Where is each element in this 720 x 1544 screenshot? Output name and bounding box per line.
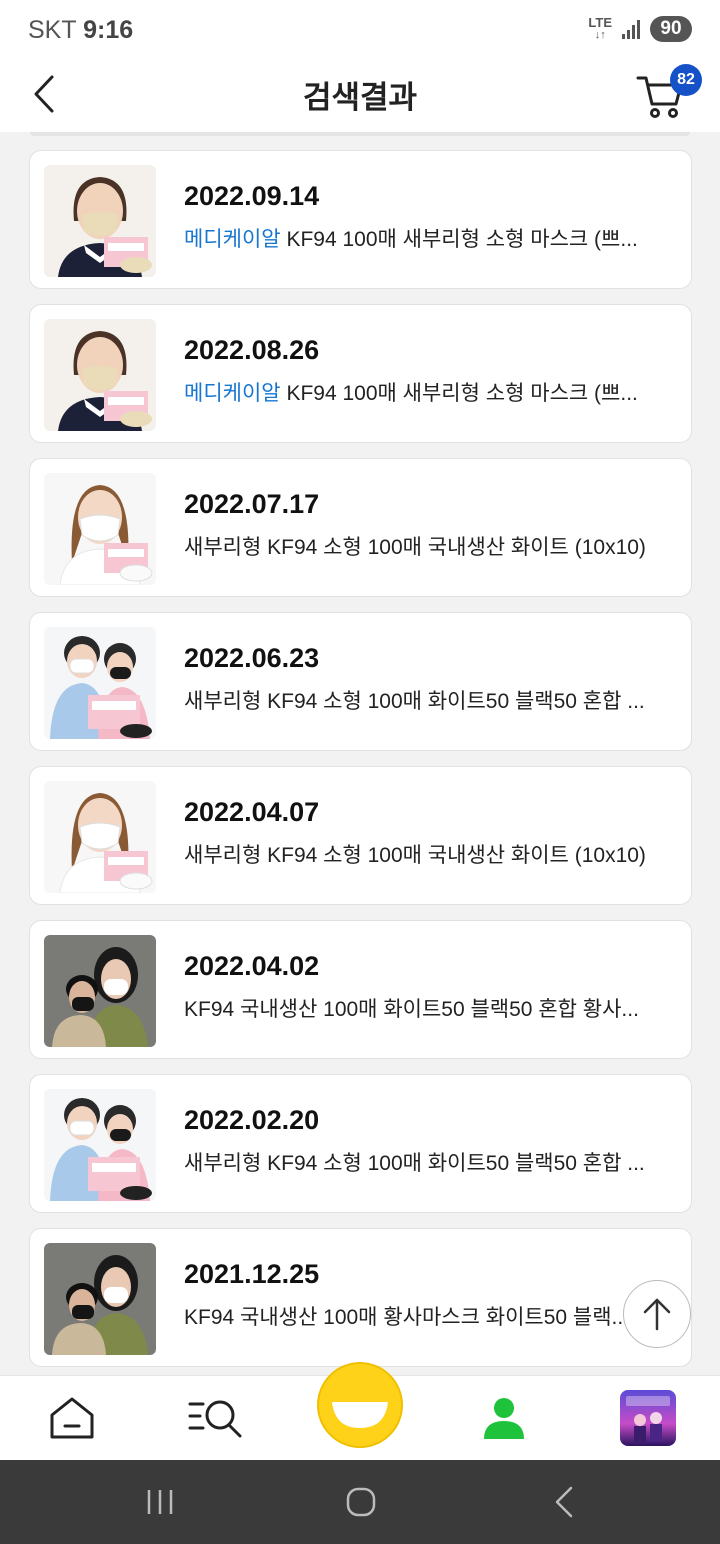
order-card[interactable]: 2022.09.14 메디케이알 KF94 100매 새부리형 소형 마스크 (쁘… (29, 150, 692, 289)
product-name: 새부리형 KF94 소형 100매 화이트50 블랙50 혼합 ... (184, 690, 645, 713)
search-list-icon (188, 1400, 242, 1438)
arrow-up-icon (643, 1298, 671, 1331)
child-white-image (44, 781, 156, 893)
product-thumbnail[interactable] (44, 781, 156, 893)
page-title: 검색결과 (302, 80, 418, 115)
product-name: KF94 국내생산 100매 황사마스크 화이트50 블랙... (184, 1306, 630, 1329)
lte-indicator: LTE ↓↑ (588, 15, 612, 41)
product-thumbnail[interactable] (44, 473, 156, 585)
order-date: 2022.06.23 (184, 643, 320, 673)
home-system-button[interactable] (331, 1482, 391, 1522)
product-name: 새부리형 KF94 소형 100매 화이트50 블랙50 혼합 ... (184, 1152, 645, 1175)
clock: 9:16 (83, 16, 134, 44)
order-date: 2022.04.07 (184, 797, 320, 827)
order-card[interactable]: 2021.12.25 KF94 국내생산 100매 황사마스크 화이트50 블랙.… (29, 1228, 692, 1367)
order-card[interactable]: 2022.06.23 새부리형 KF94 소형 100매 화이트50 블랙50 혼… (29, 612, 692, 751)
brand-name[interactable]: 메디케이알 (184, 228, 281, 251)
kids-mixed-image (44, 1089, 156, 1201)
status-bar: SKT 9:16 LTE ↓↑ 90 (0, 0, 720, 62)
recent-apps-icon (147, 1490, 173, 1514)
cart-button[interactable]: 82 (636, 64, 702, 120)
signal-icon (622, 19, 640, 39)
product-title: 메디케이알 KF94 100매 새부리형 소형 마스크 (쁘... (184, 223, 664, 253)
product-title: 새부리형 KF94 소형 100매 화이트50 블랙50 혼합 ... (184, 1147, 664, 1177)
order-card[interactable]: 2022.04.02 KF94 국내생산 100매 화이트50 블랙50 혼합 황… (29, 920, 692, 1059)
carrier: SKT (28, 16, 77, 44)
data-arrows-icon: ↓↑ (594, 29, 606, 41)
product-thumbnail[interactable] (44, 627, 156, 739)
product-thumbnail[interactable] (44, 319, 156, 431)
nav-home[interactable] (42, 1388, 102, 1448)
product-title: 메디케이알 KF94 100매 새부리형 소형 마스크 (쁘... (184, 377, 664, 407)
home-circle-icon (346, 1487, 376, 1517)
system-navigation-bar (0, 1460, 720, 1544)
order-date: 2022.07.17 (184, 489, 320, 519)
order-card[interactable]: 2022.08.26 메디케이알 KF94 100매 새부리형 소형 마스크 (쁘… (29, 304, 692, 443)
order-list[interactable]: 2022.09.14 메디케이알 KF94 100매 새부리형 소형 마스크 (쁘… (0, 132, 720, 1375)
order-date: 2022.09.14 (184, 181, 320, 211)
product-title: KF94 국내생산 100매 황사마스크 화이트50 블랙... (184, 1301, 664, 1331)
child-beige-image (44, 165, 156, 277)
home-icon (50, 1397, 94, 1439)
center-smile-button[interactable] (317, 1362, 403, 1448)
child-beige-image (44, 319, 156, 431)
product-thumbnail[interactable] (44, 1243, 156, 1355)
game-thumbnail[interactable] (620, 1390, 676, 1446)
recent-apps-button[interactable] (130, 1482, 190, 1522)
order-date: 2022.08.26 (184, 335, 320, 365)
smile-icon (332, 1402, 388, 1428)
product-title: 새부리형 KF94 소형 100매 국내생산 화이트 (10x10) (184, 531, 664, 561)
bottom-navigation (0, 1362, 720, 1460)
nav-my-page[interactable] (474, 1388, 534, 1448)
game-banner-image (620, 1390, 676, 1446)
child-white-image (44, 473, 156, 585)
product-thumbnail[interactable] (44, 1089, 156, 1201)
product-name: KF94 100매 새부리형 소형 마스크 (쁘... (280, 382, 638, 405)
product-thumbnail[interactable] (44, 165, 156, 277)
previous-card-edge (30, 132, 690, 136)
adults-mixed-image (44, 935, 156, 1047)
status-left: SKT 9:16 (28, 16, 133, 45)
product-name: 새부리형 KF94 소형 100매 국내생산 화이트 (10x10) (184, 536, 646, 559)
status-right: LTE ↓↑ 90 (588, 16, 692, 42)
product-title: KF94 국내생산 100매 화이트50 블랙50 혼합 황사... (184, 993, 664, 1023)
product-name: KF94 100매 새부리형 소형 마스크 (쁘... (280, 228, 638, 251)
product-title: 새부리형 KF94 소형 100매 화이트50 블랙50 혼합 ... (184, 685, 664, 715)
product-thumbnail[interactable] (44, 935, 156, 1047)
my-page-icon (484, 1398, 524, 1439)
order-card[interactable]: 2022.07.17 새부리형 KF94 소형 100매 국내생산 화이트 (10… (29, 458, 692, 597)
kids-mixed-image (44, 627, 156, 739)
network-type: LTE (588, 15, 612, 30)
scroll-to-top-button[interactable] (623, 1280, 691, 1348)
order-date: 2022.04.02 (184, 951, 320, 981)
app-header: 검색결과 82 (0, 62, 720, 132)
brand-name[interactable]: 메디케이알 (184, 382, 281, 405)
back-arrow-icon (555, 1486, 573, 1518)
order-card[interactable]: 2022.02.20 새부리형 KF94 소형 100매 화이트50 블랙50 혼… (29, 1074, 692, 1213)
order-card[interactable]: 2022.04.07 새부리형 KF94 소형 100매 국내생산 화이트 (10… (29, 766, 692, 905)
battery-badge: 90 (650, 16, 692, 42)
product-title: 새부리형 KF94 소형 100매 국내생산 화이트 (10x10) (184, 839, 664, 869)
product-name: 새부리형 KF94 소형 100매 국내생산 화이트 (10x10) (184, 844, 646, 867)
adults-mixed-image (44, 1243, 156, 1355)
order-date: 2022.02.20 (184, 1105, 320, 1135)
back-system-button[interactable] (534, 1482, 594, 1522)
cart-count-badge: 82 (670, 64, 702, 96)
nav-search[interactable] (186, 1388, 246, 1448)
product-name: KF94 국내생산 100매 화이트50 블랙50 혼합 황사... (184, 998, 639, 1021)
order-date: 2021.12.25 (184, 1259, 320, 1289)
